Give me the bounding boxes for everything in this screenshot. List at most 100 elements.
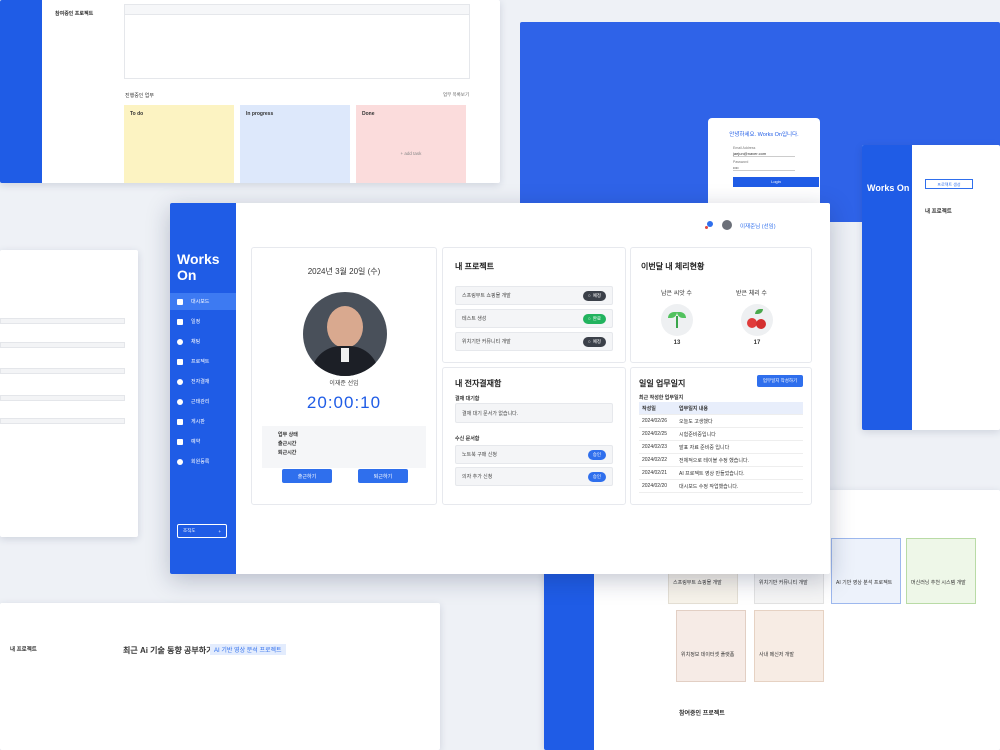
joined-heading: 참여중인 프로젝트 [679,711,725,717]
checkin-button[interactable]: 출근하기 [282,469,332,483]
my-projects-heading: 내 프로젝트 [925,209,952,215]
detail-tag: AI 기반 영상 분석 프로젝트 [210,644,286,655]
nav-board[interactable]: 게시판 [170,413,236,430]
kanban-todo: To do [124,105,234,183]
notification-dot [705,226,708,229]
logo: Works On [177,251,220,283]
clock-icon [177,398,183,405]
project-row[interactable]: 위치기반 커뮤니티 개발 ○ 예정 [455,332,613,351]
bg-detail-screen: 내 프로젝트 최근 Ai 기술 동향 공부하기 AI 기반 영상 분석 프로젝트 [0,603,440,750]
bg-task-table [124,4,470,79]
daily-log-panel: 일일 업무일지 업무일지 작성하기 최근 작성한 업무일지 작성일 업무일지 내용… [630,367,812,505]
nav-dashboard[interactable]: 대시보드 [170,293,236,310]
seeds-count: 13 [673,340,681,346]
more-link[interactable]: 업무 목록보기 [443,92,469,98]
clock: 20:00:10 [306,393,382,412]
project-card[interactable]: AI 기반 영상 분석 프로젝트 [831,538,901,604]
cherry-icon [741,304,773,336]
nav-project[interactable]: 프로젝트 [170,353,236,370]
employee-name: 이재준 선임 [329,381,359,387]
user-name[interactable]: 이재준님 (선임) [740,222,776,230]
sidebar: Works On 대시보드 일정 채팅 프로젝트 전자결재 근태관리 게시판 예… [170,203,236,574]
approval-row[interactable]: 의자 추가 신청 승인 [455,467,613,486]
kanban-done: Done + add task [356,105,466,183]
dashboard-window: Works On 대시보드 일정 채팅 프로젝트 전자결재 근태관리 게시판 예… [170,203,830,574]
login-button[interactable]: Login [733,177,819,187]
avatar[interactable] [722,220,732,230]
progress-title: 진행중인 업무 [125,93,154,99]
status-box: 업무 상태 출근시간 퇴근시간 [262,426,426,468]
nav-attendance[interactable]: 근태관리 [170,393,236,410]
project-card[interactable]: 머신러닝 추천 시스템 개발 [906,538,976,604]
bookmark-icon [177,438,183,445]
work-status-label: 업무 상태 [278,432,298,438]
cherry-label: 받은 체리 수 [736,291,767,297]
approval-title: 내 전자결재함 [455,379,502,388]
project-icon [177,358,183,365]
table-row[interactable]: 2024/02/25 시험준비중입니다 [639,428,803,441]
wait-label: 결재 대기함 [455,396,480,402]
joined-list: 참여중인 프로젝트 [55,10,115,80]
table-row[interactable]: 2024/02/26 오늘도 고생했다 [639,415,803,428]
joined-title: 참여중인 프로젝트 [55,11,94,17]
approval-row[interactable]: 노트북 구매 신청 승인 [455,445,613,464]
table-row[interactable]: 2024/02/22 전체적으로 테이블 수정 했습니다. [639,454,803,467]
password-field[interactable]: •••• [733,165,795,171]
nav-chat[interactable]: 채팅 [170,333,236,350]
table-row[interactable]: 2024/02/23 발표 자료 준비중 입니다 [639,441,803,454]
kanban-progress: In progress [240,105,350,183]
date-text: 2024년 3월 20일 (수) [307,267,381,276]
seeds-label: 남은 씨앗 수 [661,291,692,297]
cherry-count: 17 [753,340,761,346]
log-table: 작성일 업무일지 내용 2024/02/26 오늘도 고생했다 2024/02/25… [639,402,803,493]
approved-badge: 승인 [587,449,606,460]
bg-project-list-screen: Works On 프로젝트 생성 내 프로젝트 [862,145,1000,430]
profile-panel: 2024년 3월 20일 (수) 이재준 선임 20:00:10 업무 상태 출… [251,247,437,505]
cherry-panel: 이번달 내 체리현황 남은 씨앗 수 받은 체리 수 13 17 [630,247,812,363]
checkout-time-label: 퇴근시간 [278,450,297,456]
table-row[interactable]: 2024/02/20 대시보드 수정 작업했습니다. [639,480,803,493]
approved-badge: 승인 [587,471,606,482]
checkin-time-label: 출근시간 [278,441,297,447]
login-greeting: 안녕하세요. Works On입니다. [729,132,799,138]
nav-approval[interactable]: 전자결재 [170,373,236,390]
email-field[interactable]: jaejun@naver.com [733,151,795,157]
profile-photo [303,292,387,376]
projects-title: 내 프로젝트 [455,262,495,271]
approval-panel: 내 전자결재함 결재 대기함 결재 대기 문서가 없습니다. 수신 문서함 노트… [442,367,626,505]
log-subtitle: 최근 작성한 업무일지 [639,395,684,401]
project-create-button[interactable]: 프로젝트 생성 [925,179,973,189]
write-log-button[interactable]: 업무일지 작성하기 [757,375,803,387]
table-row[interactable]: 2024/02/21 AI 프로젝트 영상 만들었습니다. [639,467,803,480]
cherry-title: 이번달 내 체리현황 [641,262,705,271]
user-add-icon [177,458,183,465]
status-badge: ○ 완료 [583,313,606,324]
wait-box: 결재 대기 문서가 없습니다. [455,403,613,423]
add-task[interactable]: + add task [356,151,466,156]
log-title: 일일 업무일지 [639,379,686,388]
project-card[interactable]: 사내 메신저 개발 [754,610,824,682]
status-badge: ○ 예정 [583,336,606,347]
checkout-button[interactable]: 퇴근하기 [358,469,408,483]
bg-logo: Works On [867,183,910,193]
detail-title: 최근 Ai 기술 동향 공부하기 [123,646,214,655]
calendar-icon [177,318,183,325]
board-icon [177,418,183,425]
project-row[interactable]: 테스트 생성 ○ 완료 [455,309,613,328]
table-header: 작성일 업무일지 내용 [639,402,803,415]
chat-icon [177,338,183,345]
approval-icon [177,378,183,385]
recv-label: 수신 문서함 [455,436,480,442]
nav-reservation[interactable]: 예약 [170,433,236,450]
sprout-icon [661,304,693,336]
nav-schedule[interactable]: 일정 [170,313,236,330]
nav-member-register[interactable]: 회원등록 [170,453,236,470]
detail-myproj: 내 프로젝트 [10,647,37,653]
org-chart-button[interactable]: 조직도 + [177,524,227,538]
bg-sidebar [0,0,42,183]
bg-form-screen [0,250,138,537]
project-row[interactable]: 스프링부트 쇼핑몰 개발 ○ 예정 [455,286,613,305]
bg-kanban-screen: 참여중인 프로젝트 진행중인 업무 업무 목록보기 To do In progr… [0,0,500,183]
my-projects-panel: 내 프로젝트 스프링부트 쇼핑몰 개발 ○ 예정 테스트 생성 ○ 완료 위치기반 … [442,247,626,363]
project-card[interactable]: 위치정보 데이터셋 플랫폼 [676,610,746,682]
